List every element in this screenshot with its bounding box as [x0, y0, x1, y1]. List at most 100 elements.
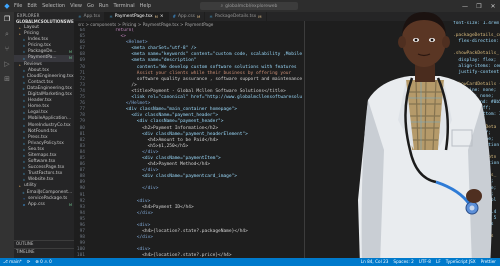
minimize-button[interactable]: — [458, 0, 472, 12]
source-control-icon[interactable]: ⑂ [3, 45, 12, 54]
tsx-icon: ⚛ [22, 154, 26, 159]
encoding[interactable]: UTF-8 [419, 258, 431, 266]
folder-icon: ▸ [19, 26, 21, 31]
window-controls: — ❐ ✕ [458, 0, 500, 12]
search-icon: ⌕ [220, 4, 224, 9]
problems-indicator[interactable]: ⊗ 0 ⚠ 0 [35, 258, 52, 266]
tsx-icon: ⚛ [22, 80, 26, 85]
menu-file[interactable]: File [14, 3, 22, 9]
tsx-icon: ⚛ [22, 86, 25, 91]
tsx-icon: ⚛ [22, 172, 26, 177]
search-icon[interactable]: ⌕ [3, 30, 12, 39]
breadcrumb[interactable]: src > components > Pricing > PaymentPage… [74, 21, 304, 28]
project-folder[interactable]: GLOBALMCSOLUTIONSWEB [14, 19, 74, 25]
menu-bar: File Edit Selection View Go Run Terminal… [14, 3, 151, 9]
menu-selection[interactable]: Selection [42, 3, 65, 9]
activity-bar: ❐ ⌕ ⑂ ▷ ⊞ [0, 12, 14, 258]
react-icon: ⚛ [78, 14, 82, 19]
react-icon: ⚛ [209, 14, 213, 19]
command-search-text: globalmcbl/exploreweb [225, 3, 278, 9]
tsx-icon: ⚛ [22, 141, 26, 146]
file-name: App.css [28, 201, 45, 207]
folder-icon: ▸ [19, 32, 21, 37]
css-icon: # [22, 202, 26, 207]
tsx-icon: ⚛ [22, 68, 26, 73]
cursor-position[interactable]: Ln 84, Col 23 [361, 258, 389, 266]
extensions-icon[interactable]: ⊞ [3, 75, 12, 84]
tsx-icon: ⚛ [22, 123, 26, 128]
tsx-icon: ⚛ [22, 99, 26, 104]
tsx-icon: ⚛ [22, 50, 26, 55]
status-bar: ⎇ main* ⟳ ⊗ 0 ⚠ 0 Ln 84, Col 23 Spaces: … [0, 258, 500, 266]
tab-app-tsx[interactable]: ⚛ App.tsx [74, 12, 106, 21]
tsx-icon: ⚛ [22, 111, 26, 116]
code-text: </div> [88, 210, 154, 216]
maximize-button[interactable]: ❐ [472, 0, 486, 12]
title-bar: ◆ File Edit Selection View Go Run Termin… [0, 0, 500, 12]
sync-icon[interactable]: ⟳ [27, 258, 31, 266]
css-editor[interactable]: font-size: 1.4rem;.packageDetails_cont f… [304, 21, 500, 258]
tab-label: App.tsx [83, 14, 101, 19]
git-status-badge: M [68, 56, 72, 61]
tsx-icon: ⚛ [22, 160, 26, 165]
status-right: Ln 84, Col 23 Spaces: 2 UTF-8 LF TypeScr… [361, 258, 496, 266]
outline-section[interactable]: OUTLINE [14, 240, 74, 246]
code-editor[interactable]: 64 return(65 <> 66 <Helmet> 67 <meta charS… [74, 28, 304, 258]
formatter[interactable]: Prettier [481, 258, 496, 266]
tsx-icon: ⚛ [22, 44, 26, 49]
tsx-icon: ⚛ [22, 166, 26, 171]
line-ending[interactable]: LF [436, 258, 441, 266]
tsx-icon: ⚛ [22, 117, 26, 122]
menu-go[interactable]: Go [87, 3, 94, 9]
modified-badge: M [154, 14, 158, 19]
folder-icon: ▸ [19, 184, 21, 189]
tsx-icon: ⚛ [22, 147, 26, 152]
code-text: <div className="paymentcard_image"> [88, 174, 238, 180]
tab-app-css[interactable]: # App.css M [169, 12, 206, 21]
menu-view[interactable]: View [70, 3, 82, 9]
tsx-icon: ⚛ [22, 129, 26, 134]
language-mode[interactable]: TypeScript JSX [446, 258, 476, 266]
code-text: </div> [88, 235, 154, 241]
editor-tabs: ⚛ App.tsx ⚛ PaymentPage.tsx M × # App.cs… [74, 12, 500, 21]
branch-indicator[interactable]: ⎇ main* [3, 258, 22, 266]
tsx-icon: ⚛ [22, 38, 26, 43]
close-icon[interactable]: × [160, 14, 164, 19]
menu-run[interactable]: Run [99, 3, 109, 9]
tab-label: PackageDetails.tsx [214, 14, 257, 19]
git-status-badge: M [68, 202, 72, 207]
tsx-icon: ⚛ [22, 190, 25, 195]
run-icon[interactable]: ▷ [3, 60, 12, 69]
folder-icon: ▸ [19, 62, 21, 67]
menu-help[interactable]: Help [140, 3, 151, 9]
command-search-box[interactable]: ⌕ globalmcbl/exploreweb [200, 2, 298, 10]
files-icon[interactable]: ❐ [3, 15, 12, 24]
file-item[interactable]: # App.css M [14, 202, 74, 208]
tsx-icon: ⚛ [22, 105, 26, 110]
react-icon: ⚛ [109, 14, 113, 19]
tab-label: PaymentPage.tsx [114, 14, 153, 19]
css-line[interactable]: padding: 5px [305, 240, 500, 246]
modified-badge: M [258, 14, 262, 19]
modified-badge: M [196, 14, 201, 19]
tab-package-details[interactable]: ⚛ PackageDetails.tsx M [205, 12, 267, 21]
ts-icon: T [23, 196, 25, 201]
menu-edit[interactable]: Edit [27, 3, 37, 9]
tsx-icon: ⚛ [22, 135, 26, 140]
tsx-icon: ⚛ [22, 74, 25, 79]
menu-terminal[interactable]: Terminal [114, 3, 135, 9]
tsx-icon: ⚛ [22, 93, 26, 98]
tsx-icon: ⚛ [22, 56, 26, 61]
indentation[interactable]: Spaces: 2 [393, 258, 413, 266]
file-tree: ▸ Layout ▸ Pricing ⚛ Index.tsx ⚛ Pricing.tsx ⚛ Pa… [14, 25, 74, 208]
tsx-icon: ⚛ [22, 178, 26, 183]
timeline-section[interactable]: TIMELINE [14, 248, 74, 254]
explorer-panel: EXPLORER GLOBALMCSOLUTIONSWEB ▸ Layout ▸ Pr… [14, 12, 74, 258]
vscode-logo-icon: ◆ [4, 2, 10, 10]
explorer-header: EXPLORER [17, 13, 40, 18]
tab-payment-page[interactable]: ⚛ PaymentPage.tsx M × [105, 12, 169, 21]
close-button[interactable]: ✕ [486, 0, 500, 12]
tab-label: App.css [177, 14, 195, 19]
code-text: </div> [88, 186, 159, 192]
css-icon: # [172, 14, 176, 19]
